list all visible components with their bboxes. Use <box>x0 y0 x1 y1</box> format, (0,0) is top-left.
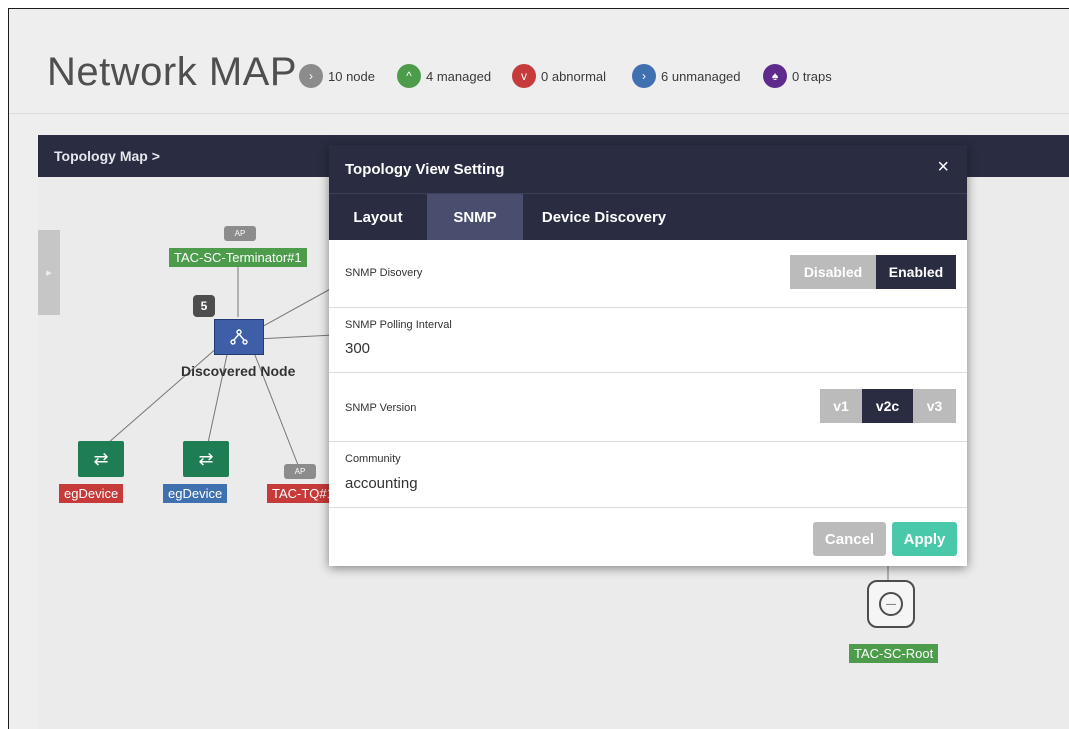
community-label: Community <box>345 453 401 465</box>
node-label-terminator[interactable]: TAC-SC-Terminator#1 <box>169 248 307 267</box>
stat-nodes-label: 10 node <box>328 68 375 84</box>
dialog-tabs: Layout SNMP Device Discovery <box>329 194 967 240</box>
stat-traps: ♠ 0 traps <box>763 64 832 88</box>
network-node-icon[interactable] <box>214 319 264 355</box>
wireless-router-icon[interactable]: — <box>867 580 915 628</box>
node-label-root[interactable]: TAC-SC-Root <box>849 644 939 663</box>
community-row: Community accounting <box>329 442 967 508</box>
chevron-up-icon: ^ <box>397 64 421 88</box>
tab-layout[interactable]: Layout <box>329 194 427 240</box>
page-header: Network MAP › 10 node ^ 4 managed v 0 ab… <box>9 9 1069 114</box>
snmp-discovery-row: SNMP Disovery Disabled Enabled <box>329 240 967 308</box>
stat-nodes: › 10 node <box>299 64 375 88</box>
snmp-version-label: SNMP Version <box>345 402 417 414</box>
snmp-discovery-toggle: Disabled Enabled <box>790 255 956 289</box>
node-count-badge: 5 <box>193 295 215 317</box>
chevron-down-icon: v <box>512 64 536 88</box>
node-label-egdevice[interactable]: egDevice <box>163 484 228 503</box>
snmp-version-toggle: v1 v2c v3 <box>820 389 956 423</box>
community-field[interactable]: accounting <box>345 475 418 492</box>
node-label-discovered[interactable]: Discovered Node <box>181 363 295 379</box>
polling-interval-label: SNMP Polling Interval <box>345 319 452 331</box>
enabled-button[interactable]: Enabled <box>876 255 956 289</box>
switch-icon[interactable]: ⇄ <box>78 441 124 477</box>
stat-managed: ^ 4 managed <box>397 64 491 88</box>
disabled-button[interactable]: Disabled <box>790 255 876 289</box>
bell-icon: ♠ <box>763 64 787 88</box>
page-title: Network MAP <box>47 50 297 94</box>
topology-view-setting-dialog: Topology View Setting × Layout SNMP Devi… <box>329 145 967 566</box>
tab-snmp[interactable]: SNMP <box>427 194 523 240</box>
access-point-icon: AP <box>284 464 316 479</box>
dialog-header: Topology View Setting × <box>329 145 967 194</box>
stat-managed-label: 4 managed <box>426 68 492 84</box>
stat-unmanaged-label: 6 unmanaged <box>661 68 741 84</box>
v3-button[interactable]: v3 <box>913 389 956 423</box>
snmp-discovery-label: SNMP Disovery <box>345 267 423 279</box>
v2c-button[interactable]: v2c <box>862 389 913 423</box>
dialog-title: Topology View Setting <box>345 161 505 178</box>
polling-interval-field[interactable]: 300 <box>345 340 370 357</box>
apply-button[interactable]: Apply <box>892 522 957 556</box>
stat-abnormal: v 0 abnormal <box>512 64 606 88</box>
stat-traps-label: 0 traps <box>792 68 832 84</box>
tab-device-discovery[interactable]: Device Discovery <box>523 194 685 240</box>
dialog-footer: Cancel Apply <box>329 508 967 568</box>
close-icon[interactable]: × <box>937 156 949 179</box>
chevron-right-icon: › <box>632 64 656 88</box>
v1-button[interactable]: v1 <box>820 389 862 423</box>
stat-unmanaged: › 6 unmanaged <box>632 64 741 88</box>
polling-interval-row: SNMP Polling Interval 300 <box>329 308 967 373</box>
switch-icon[interactable]: ⇄ <box>183 441 229 477</box>
cancel-button[interactable]: Cancel <box>813 522 886 556</box>
stat-abnormal-label: 0 abnormal <box>541 68 607 84</box>
node-label-egdevice[interactable]: egDevice <box>59 484 124 503</box>
chevron-right-icon: › <box>299 64 323 88</box>
snmp-version-row: SNMP Version v1 v2c v3 <box>329 373 967 442</box>
access-point-icon: AP <box>224 226 256 241</box>
